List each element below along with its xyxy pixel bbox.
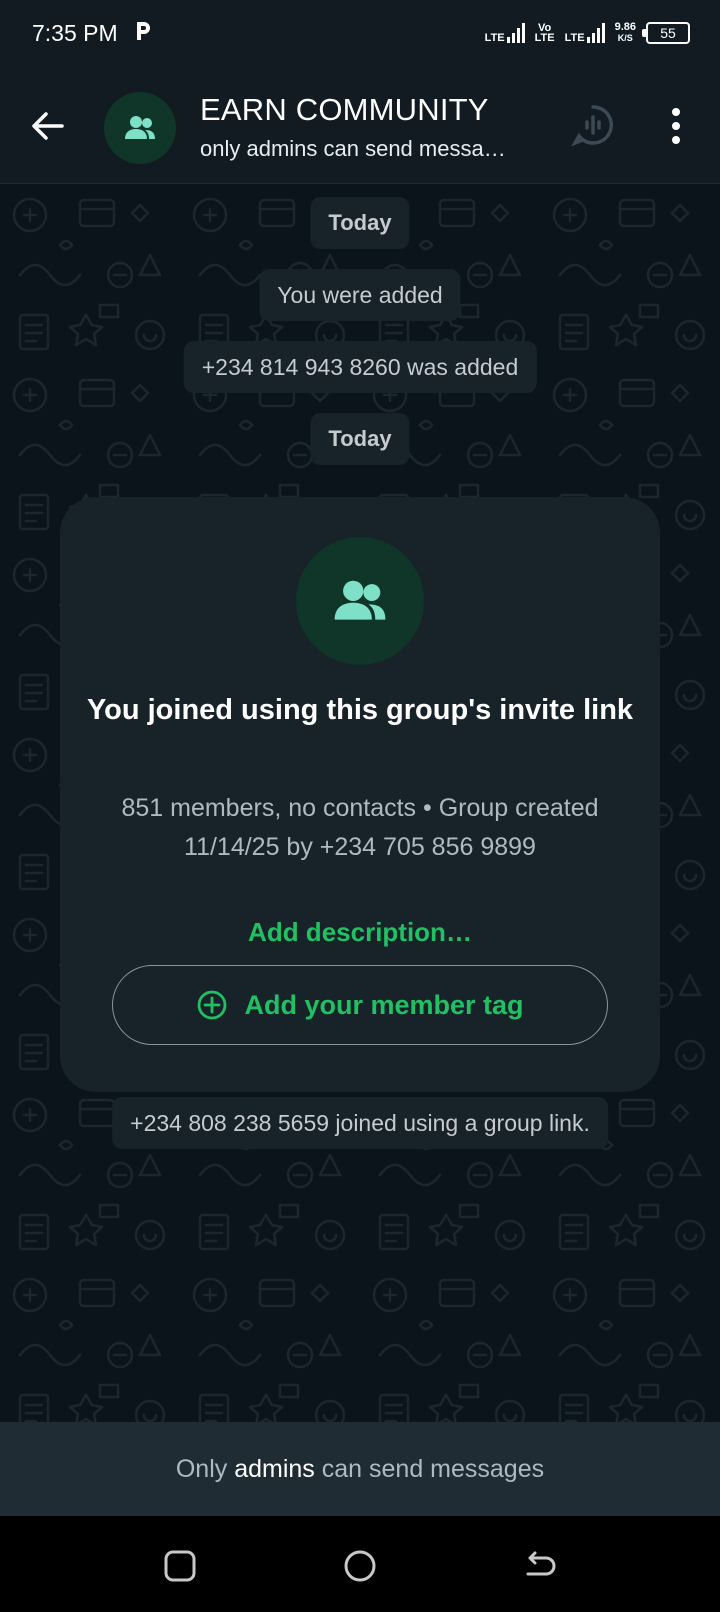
nav-back-button[interactable] [520, 1546, 560, 1586]
card-group-avatar [296, 537, 424, 665]
lte-label-2: LTE [564, 32, 585, 44]
banner-prefix: Only [175, 1455, 228, 1483]
menu-dot [672, 108, 680, 116]
back-button[interactable] [26, 104, 70, 148]
voice-chat-icon [571, 105, 613, 147]
home-button[interactable] [340, 1546, 380, 1586]
group-meta: 851 members, no contacts • Group created… [121, 794, 599, 861]
group-info-card: You joined using this group's invite lin… [60, 497, 660, 1092]
status-time: 7:35 PM [32, 20, 118, 46]
menu-dot [672, 122, 680, 130]
system-nav-bar [0, 1516, 720, 1612]
admins-only-banner: Only admins can send messages [0, 1422, 720, 1516]
circle-icon [344, 1550, 376, 1582]
menu-dot [672, 136, 680, 144]
banner-admins-link[interactable]: admins [234, 1455, 315, 1483]
back-arrow-icon [526, 1551, 556, 1576]
group-icon [125, 116, 155, 139]
voice-chat-button[interactable] [570, 102, 616, 148]
group-subtitle[interactable]: only admins can send messa… [200, 136, 540, 162]
signal-2-icon: LTE [564, 23, 605, 44]
add-description-link[interactable]: Add description… [60, 917, 660, 948]
card-title: You joined using this group's invite lin… [86, 694, 634, 726]
plus-circle-icon [198, 990, 227, 1020]
add-member-tag-button[interactable]: Add your member tag [112, 965, 608, 1045]
speed-unit: K/S [617, 33, 633, 43]
system-message: +234 808 238 5659 joined using a group l… [112, 1097, 608, 1149]
speed-value: 9.86 [614, 21, 636, 33]
chat-area[interactable]: Today You were added +234 814 943 8260 w… [0, 185, 720, 1422]
group-icon [334, 580, 386, 620]
p-icon [134, 20, 152, 49]
more-options-button[interactable] [660, 104, 692, 148]
chat-header: EARN COMMUNITY only admins can send mess… [0, 72, 720, 184]
battery-icon: 55 [642, 22, 690, 44]
volte-bottom: LTE [534, 32, 555, 44]
volte-icon: Vo LTE [534, 23, 555, 44]
banner-suffix: can send messages [321, 1455, 545, 1483]
signal-1-icon: LTE [484, 23, 525, 44]
square-icon [164, 1550, 196, 1582]
system-message: You were added [259, 269, 461, 321]
group-title[interactable]: EARN COMMUNITY [200, 92, 489, 128]
system-message: +234 814 943 8260 was added [183, 341, 537, 393]
status-indicators: LTE Vo LTE LTE 9.86 K/S 55 [485, 22, 690, 44]
group-avatar[interactable] [104, 92, 176, 164]
arrow-left-icon [32, 112, 64, 140]
date-divider: Today [310, 413, 410, 465]
date-divider: Today [310, 197, 410, 249]
network-speed: 9.86 K/S [615, 22, 636, 44]
recents-button[interactable] [160, 1546, 200, 1586]
lte-label-1: LTE [484, 32, 505, 44]
status-bar: 7:35 PM LTE Vo LTE LTE 9.86 K/S 55 [0, 0, 720, 72]
member-tag-label: Add your member tag [244, 989, 524, 1020]
